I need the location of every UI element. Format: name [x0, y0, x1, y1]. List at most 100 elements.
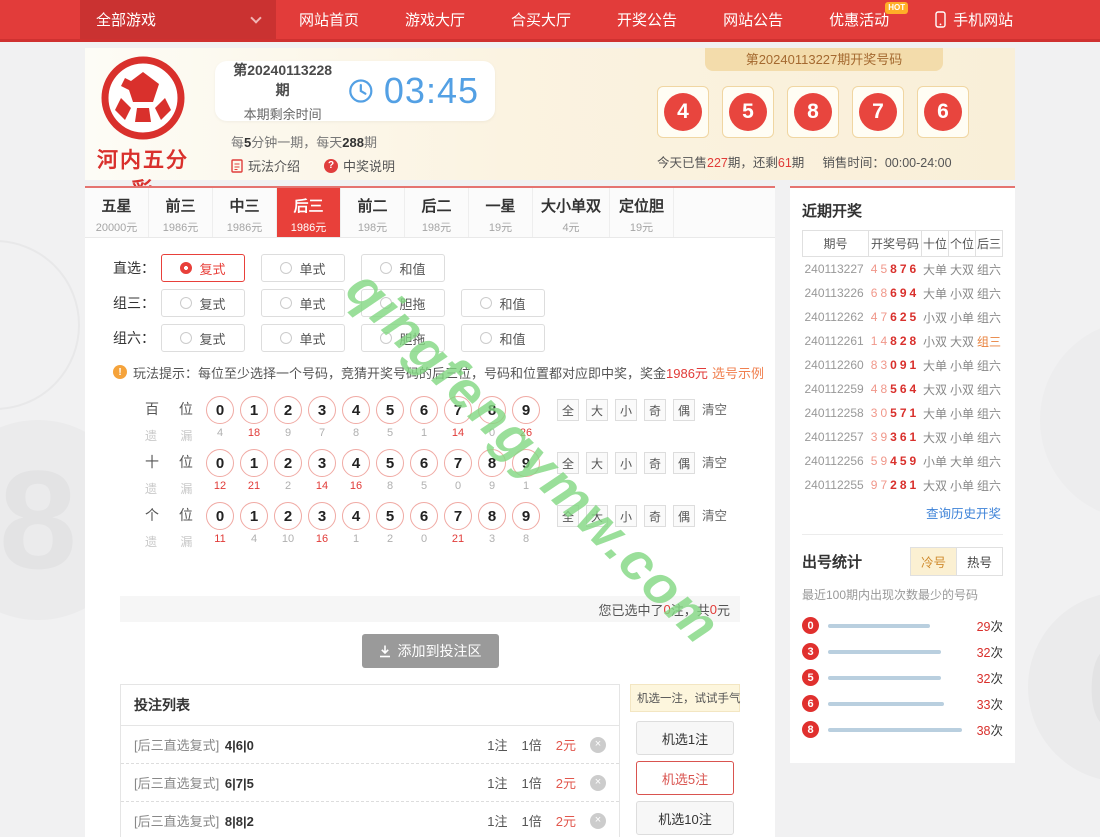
filter-button-全[interactable]: 全: [557, 452, 579, 474]
nav-item-3[interactable]: 开奖公告: [594, 0, 700, 39]
clear-button[interactable]: 清空: [702, 505, 727, 527]
recent-col-header: 后三: [975, 231, 1002, 257]
stats-tab-冷号[interactable]: 冷号: [910, 547, 957, 576]
digit-ball-7[interactable]: 7: [444, 449, 472, 477]
nav-item-1[interactable]: 游戏大厅: [382, 0, 488, 39]
clear-button[interactable]: 清空: [702, 452, 727, 474]
nav-item-6[interactable]: 手机网站: [912, 0, 1036, 39]
digit-ball-6[interactable]: 6: [410, 502, 438, 530]
digit-ball-8[interactable]: 8: [478, 396, 506, 424]
digit-ball-3[interactable]: 3: [308, 449, 336, 477]
filter-button-全[interactable]: 全: [557, 505, 579, 527]
digit-ball-4[interactable]: 4: [342, 502, 370, 530]
filter-button-偶[interactable]: 偶: [673, 452, 695, 474]
nav-item-0[interactable]: 网站首页: [276, 0, 382, 39]
digit-ball-7[interactable]: 7: [444, 396, 472, 424]
stats-tab-热号[interactable]: 热号: [957, 547, 1003, 576]
countdown-card: 第20240113228期 本期剩余时间 03:45: [215, 61, 495, 121]
digit-ball-5[interactable]: 5: [376, 449, 404, 477]
digit-ball-4[interactable]: 4: [342, 396, 370, 424]
nav-item-2[interactable]: 合买大厅: [488, 0, 594, 39]
tab-大小单双[interactable]: 大小单双4元: [533, 188, 610, 237]
filter-button-奇[interactable]: 奇: [644, 452, 666, 474]
play-option-和值[interactable]: 和值: [461, 289, 545, 317]
digit-ball-8[interactable]: 8: [478, 502, 506, 530]
play-option-和值[interactable]: 和值: [461, 324, 545, 352]
play-option-单式[interactable]: 单式: [261, 289, 345, 317]
digit-ball-0[interactable]: 0: [206, 396, 234, 424]
digit-ball-1[interactable]: 1: [240, 502, 268, 530]
close-icon[interactable]: ×: [590, 775, 606, 791]
random-pick-button-机选1注[interactable]: 机选1注: [636, 721, 734, 755]
filter-button-偶[interactable]: 偶: [673, 505, 695, 527]
pick-example-link[interactable]: 选号示例: [712, 366, 764, 381]
play-intro-link[interactable]: 玩法介绍: [231, 156, 300, 175]
tab-后二[interactable]: 后二198元: [405, 188, 469, 237]
digit-ball-2[interactable]: 2: [274, 449, 302, 477]
stat-row: 029次: [802, 617, 1003, 634]
nav-item-4[interactable]: 网站公告: [700, 0, 806, 39]
clear-button[interactable]: 清空: [702, 399, 727, 421]
play-option-单式[interactable]: 单式: [261, 324, 345, 352]
nav-item-5[interactable]: 优惠活动HOT: [806, 0, 912, 39]
filter-button-偶[interactable]: 偶: [673, 399, 695, 421]
digit-ball-9[interactable]: 9: [512, 449, 540, 477]
filter-button-大[interactable]: 大: [586, 399, 608, 421]
tab-前三[interactable]: 前三1986元: [149, 188, 213, 237]
digit-ball-6[interactable]: 6: [410, 396, 438, 424]
deco-circle: [0, 240, 80, 410]
digit-ball-5[interactable]: 5: [376, 502, 404, 530]
tab-五星[interactable]: 五星20000元: [85, 188, 149, 237]
recent-hou: 组六: [975, 425, 1002, 449]
tab-中三[interactable]: 中三1986元: [213, 188, 277, 237]
filter-button-奇[interactable]: 奇: [644, 505, 666, 527]
all-games-dropdown[interactable]: 全部游戏: [80, 0, 276, 39]
digit-ball-1[interactable]: 1: [240, 396, 268, 424]
digit-ball-2[interactable]: 2: [274, 396, 302, 424]
filter-button-大[interactable]: 大: [586, 505, 608, 527]
win-intro-link[interactable]: ? 中奖说明: [324, 156, 395, 175]
play-option-胆拖[interactable]: 胆拖: [361, 289, 445, 317]
digit-ball-9[interactable]: 9: [512, 502, 540, 530]
tab-定位胆[interactable]: 定位胆19元: [610, 188, 674, 237]
digit-ball-1[interactable]: 1: [240, 449, 268, 477]
random-pick-button-机选10注[interactable]: 机选10注: [636, 801, 734, 835]
filter-button-奇[interactable]: 奇: [644, 399, 666, 421]
play-option-复式[interactable]: 复式: [161, 289, 245, 317]
random-pick-button-机选5注[interactable]: 机选5注: [636, 761, 734, 795]
digit-ball-7[interactable]: 7: [444, 502, 472, 530]
filter-button-小[interactable]: 小: [615, 399, 637, 421]
play-option-复式[interactable]: 复式: [161, 254, 245, 282]
filter-button-全[interactable]: 全: [557, 399, 579, 421]
digit-ball-3[interactable]: 3: [308, 502, 336, 530]
game-tabs: 五星20000元前三1986元中三1986元后三1986元前二198元后二198…: [85, 188, 775, 238]
play-option-胆拖[interactable]: 胆拖: [361, 324, 445, 352]
digit-ball-2[interactable]: 2: [274, 502, 302, 530]
digit-ball-4[interactable]: 4: [342, 449, 370, 477]
digit-ball-0[interactable]: 0: [206, 502, 234, 530]
play-option-复式[interactable]: 复式: [161, 324, 245, 352]
filter-button-大[interactable]: 大: [586, 452, 608, 474]
digit-ball-9[interactable]: 9: [512, 396, 540, 424]
digit-ball-3[interactable]: 3: [308, 396, 336, 424]
recent-shi: 小双: [921, 329, 948, 353]
close-icon[interactable]: ×: [590, 813, 606, 829]
tab-一星[interactable]: 一星19元: [469, 188, 533, 237]
recent-shi: 大双: [921, 425, 948, 449]
filter-button-小[interactable]: 小: [615, 452, 637, 474]
recent-code: 68694: [869, 281, 922, 305]
tab-后三[interactable]: 后三1986元: [277, 188, 341, 237]
digit-ball-5[interactable]: 5: [376, 396, 404, 424]
add-to-betlist-button[interactable]: 添加到投注区: [362, 634, 499, 668]
digit-ball-0[interactable]: 0: [206, 449, 234, 477]
digit-ball-6[interactable]: 6: [410, 449, 438, 477]
history-link[interactable]: 查询历史开奖: [804, 503, 1001, 522]
close-icon[interactable]: ×: [590, 737, 606, 753]
digit-ball-8[interactable]: 8: [478, 449, 506, 477]
stats-tabs: 冷号热号: [910, 547, 1003, 576]
filter-button-小[interactable]: 小: [615, 505, 637, 527]
play-option-单式[interactable]: 单式: [261, 254, 345, 282]
play-option-和值[interactable]: 和值: [361, 254, 445, 282]
tab-前二[interactable]: 前二198元: [341, 188, 405, 237]
highlight-number: 227: [707, 156, 728, 170]
